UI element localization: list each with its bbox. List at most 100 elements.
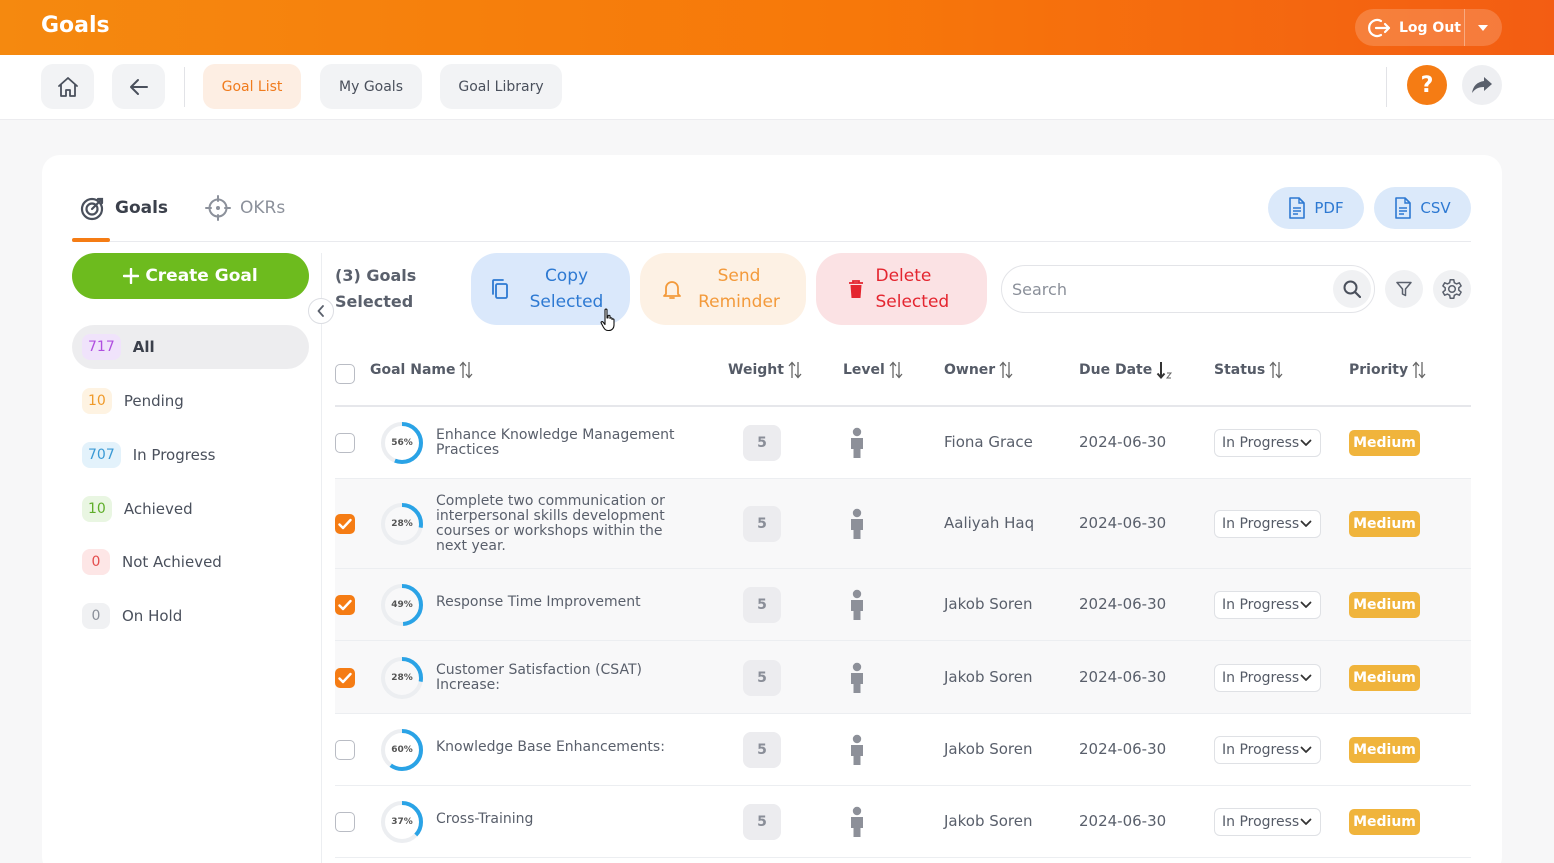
export-pdf-button[interactable]: PDF: [1268, 187, 1364, 229]
sort-descending-icon: [1156, 362, 1173, 379]
row-checkbox[interactable]: [335, 812, 355, 832]
table-row[interactable]: 28% Customer Satisfaction (CSAT) Increase…: [335, 641, 1471, 714]
document-icon: [1395, 197, 1412, 219]
gear-icon: [1442, 279, 1462, 299]
due-date: 2024-06-30: [1079, 667, 1167, 686]
status-dropdown[interactable]: In Progress: [1214, 808, 1321, 836]
view-tab-okrs[interactable]: OKRs: [205, 195, 285, 221]
filter-achieved[interactable]: 10 Achieved: [72, 487, 309, 531]
row-checkbox[interactable]: [335, 595, 355, 615]
export-csv-button[interactable]: CSV: [1374, 187, 1471, 229]
column-level-label: Level: [843, 362, 885, 378]
select-all-checkbox[interactable]: [335, 364, 355, 384]
progress-ring: 56%: [380, 421, 424, 465]
logout-group: Log Out: [1355, 9, 1502, 46]
status-dropdown[interactable]: In Progress: [1214, 429, 1321, 457]
delete-selected-button[interactable]: Delete Selected: [816, 253, 987, 325]
search-icon: [1343, 280, 1361, 298]
filter-on-hold[interactable]: 0 On Hold: [72, 594, 309, 638]
tab-goal-library[interactable]: Goal Library: [440, 64, 562, 109]
nav-divider: [1386, 67, 1387, 107]
chevron-down-icon: [1300, 601, 1312, 608]
goal-name-link[interactable]: Response Time Improvement: [436, 594, 681, 610]
column-goal-name[interactable]: Goal Name: [370, 361, 473, 379]
status-dropdown[interactable]: In Progress: [1214, 736, 1321, 764]
app-title: Goals: [41, 13, 110, 38]
goal-name-link[interactable]: Customer Satisfaction (CSAT) Increase:: [436, 662, 681, 693]
search-input[interactable]: [1012, 274, 1322, 304]
sidebar-divider: [321, 253, 322, 863]
filter-pending[interactable]: 10 Pending: [72, 379, 309, 423]
table-row[interactable]: 49% Response Time Improvement 5 Jakob Soren…: [335, 569, 1471, 641]
goal-name-link[interactable]: Complete two communication or interperso…: [436, 494, 681, 554]
share-button[interactable]: [1462, 65, 1502, 105]
bell-icon: [663, 281, 681, 299]
tab-goal-list[interactable]: Goal List: [203, 64, 301, 109]
sort-icon: [788, 361, 802, 379]
row-checkbox[interactable]: [335, 740, 355, 760]
logout-button[interactable]: Log Out: [1355, 9, 1465, 46]
goal-name-link[interactable]: Cross-Training: [436, 811, 681, 827]
settings-button[interactable]: [1433, 270, 1471, 308]
owner-name: Jakob Soren: [944, 740, 1033, 758]
status-value: In Progress: [1222, 516, 1300, 532]
column-owner[interactable]: Owner: [944, 361, 1013, 379]
status-dropdown[interactable]: In Progress: [1214, 510, 1321, 538]
column-due-date[interactable]: Due Date: [1079, 361, 1174, 379]
filter-not-achieved[interactable]: 0 Not Achieved: [72, 540, 309, 584]
filter-icon: [1396, 281, 1412, 297]
column-weight[interactable]: Weight: [728, 361, 802, 379]
table-row[interactable]: 37% Cross-Training 5 Jakob Soren 2024-06-30 I…: [335, 786, 1471, 858]
priority-badge: Medium: [1349, 664, 1420, 691]
create-goal-button[interactable]: Create Goal: [72, 253, 309, 299]
row-checkbox[interactable]: [335, 433, 355, 453]
filter-button[interactable]: [1385, 270, 1423, 308]
filter-label: Achieved: [123, 500, 193, 518]
status-dropdown[interactable]: In Progress: [1214, 663, 1321, 692]
person-icon: [851, 508, 863, 539]
goal-name-link[interactable]: Knowledge Base Enhancements:: [436, 739, 681, 755]
person-icon: [851, 734, 863, 765]
row-checkbox[interactable]: [335, 667, 355, 688]
table-row[interactable]: 56% Enhance Knowledge Management Practice…: [335, 407, 1471, 479]
column-status[interactable]: Status: [1214, 361, 1283, 379]
table-row[interactable]: 60% Knowledge Base Enhancements: 5 Jakob So…: [335, 714, 1471, 786]
progress-ring: 49%: [380, 583, 424, 627]
view-tab-goals[interactable]: Goals: [80, 195, 168, 221]
status-dropdown[interactable]: In Progress: [1214, 591, 1321, 619]
table-header: Goal Name Weight Level Owner Due Date St…: [335, 337, 1471, 407]
caret-down-icon: [1478, 24, 1488, 31]
top-bar: Goals Log Out: [0, 0, 1554, 55]
help-button[interactable]: ?: [1407, 65, 1447, 105]
owner-name: Jakob Soren: [944, 667, 1033, 686]
send-reminder-button[interactable]: Send Reminder: [640, 253, 806, 325]
column-owner-label: Owner: [944, 362, 996, 378]
column-level[interactable]: Level: [843, 361, 903, 379]
search-box: [1001, 265, 1375, 313]
trash-icon: [848, 280, 863, 298]
chevron-down-icon: [1300, 746, 1312, 753]
home-button[interactable]: [41, 64, 94, 109]
tab-my-goals[interactable]: My Goals: [320, 64, 422, 109]
filter-all[interactable]: 717 All: [72, 325, 309, 369]
chevron-down-icon: [1300, 818, 1312, 825]
table-row[interactable]: 28% Complete two communication or interpe…: [335, 479, 1471, 569]
goal-name-link[interactable]: Enhance Knowledge Management Practices: [436, 428, 681, 458]
collapse-sidebar-button[interactable]: [308, 298, 334, 324]
share-icon: [1472, 77, 1492, 93]
weight-badge: 5: [743, 659, 781, 696]
filter-count-badge: 717: [82, 334, 121, 360]
chevron-down-icon: [1300, 439, 1312, 446]
row-checkbox[interactable]: [335, 514, 355, 534]
nav-bar: Goal List My Goals Goal Library ?: [0, 55, 1554, 120]
checkmark-icon: [338, 672, 352, 683]
selected-count: (3) Goals Selected: [335, 266, 417, 311]
status-value: In Progress: [1222, 814, 1300, 830]
search-button[interactable]: [1333, 270, 1371, 308]
back-button[interactable]: [112, 64, 165, 109]
column-priority[interactable]: Priority: [1349, 361, 1426, 379]
account-dropdown-button[interactable]: [1465, 9, 1501, 46]
checkmark-icon: [338, 599, 352, 611]
filter-in-progress[interactable]: 707 In Progress: [72, 433, 309, 477]
weight-badge: 5: [743, 587, 781, 623]
